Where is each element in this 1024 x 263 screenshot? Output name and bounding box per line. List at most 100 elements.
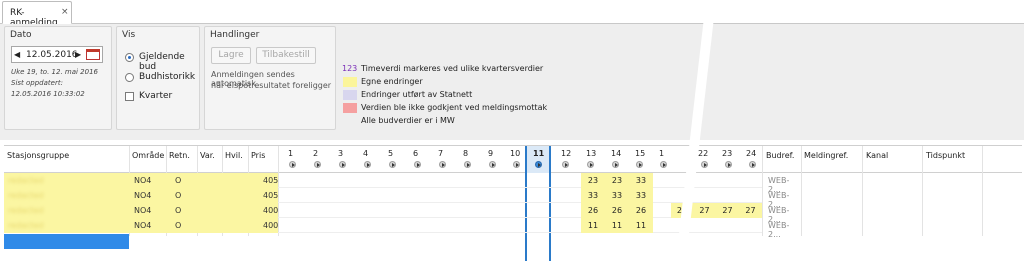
col-hour[interactable]: 3 bbox=[338, 149, 343, 158]
col-hour[interactable]: 14 bbox=[611, 149, 621, 158]
col-hour[interactable]: 23 bbox=[722, 149, 732, 158]
col-meldingref[interactable]: Meldingref. bbox=[804, 151, 848, 160]
hour-15-value[interactable]: 26 bbox=[629, 203, 653, 218]
col-hour[interactable]: 2 bbox=[313, 149, 318, 158]
expand-arrow-icon[interactable] bbox=[414, 161, 421, 168]
col-tidspunkt[interactable]: Tidspunkt bbox=[926, 151, 965, 160]
col-kanal[interactable]: Kanal bbox=[866, 151, 888, 160]
pris-value: 400 bbox=[263, 206, 279, 215]
expand-arrow-icon[interactable] bbox=[314, 161, 321, 168]
prev-day-icon[interactable]: ◀ bbox=[14, 50, 20, 59]
expand-arrow-icon[interactable] bbox=[749, 161, 756, 168]
col-divider bbox=[801, 146, 802, 236]
col-hour[interactable]: 8 bbox=[463, 149, 468, 158]
hour-22-value[interactable]: 27 bbox=[693, 203, 716, 218]
col-divider bbox=[762, 146, 763, 236]
col-hour[interactable]: 7 bbox=[438, 149, 443, 158]
retn-value: O bbox=[175, 206, 182, 215]
new-row-selected[interactable] bbox=[4, 234, 129, 249]
table-row[interactable]: redacted NO4 O 405 33 33 33 WEB-2... bbox=[4, 188, 789, 209]
radio-budhistorikk[interactable]: Budhistorikk bbox=[125, 72, 199, 84]
expand-arrow-icon[interactable] bbox=[562, 161, 569, 168]
row-name-cell: redacted bbox=[4, 218, 129, 233]
radio-gjeldende-label: Gjeldende bud bbox=[139, 52, 185, 72]
col-budref[interactable]: Budref. bbox=[766, 151, 794, 160]
expand-arrow-icon[interactable] bbox=[439, 161, 446, 168]
hour-24-value[interactable]: 27 bbox=[739, 203, 762, 218]
checkbox-icon[interactable] bbox=[125, 92, 134, 101]
col-hour[interactable]: 1 bbox=[288, 149, 293, 158]
expand-arrow-icon[interactable] bbox=[535, 161, 542, 168]
hour-14-value[interactable]: 33 bbox=[605, 188, 629, 203]
col-hour[interactable]: 10 bbox=[510, 149, 520, 158]
legend-text-ikke-godkjent: Verdien ble ikke godkjent ved meldingsmo… bbox=[361, 103, 548, 112]
col-pris[interactable]: Pris bbox=[251, 151, 265, 160]
calendar-icon[interactable] bbox=[86, 49, 100, 60]
hour-15-value[interactable]: 33 bbox=[629, 188, 653, 203]
radio-budhistorikk-label: Budhistorikk bbox=[139, 72, 196, 82]
col-hour[interactable]: 22 bbox=[698, 149, 708, 158]
hour-14-value[interactable]: 23 bbox=[605, 173, 629, 188]
expand-arrow-icon[interactable] bbox=[464, 161, 471, 168]
hour-13-value[interactable]: 33 bbox=[581, 188, 605, 203]
col-hour[interactable]: 4 bbox=[363, 149, 368, 158]
expand-arrow-icon[interactable] bbox=[587, 161, 594, 168]
col-hour[interactable]: 1 bbox=[659, 149, 664, 158]
hour-15-value[interactable]: 33 bbox=[629, 173, 653, 188]
hour-21-value[interactable]: 27 bbox=[671, 203, 693, 218]
expand-arrow-icon[interactable] bbox=[339, 161, 346, 168]
col-divider bbox=[982, 146, 983, 236]
col-hour[interactable]: 13 bbox=[586, 149, 596, 158]
table-row[interactable]: redacted NO4 O 400 11 11 11 WEB-2... bbox=[4, 218, 789, 239]
col-retn[interactable]: Retn. bbox=[169, 151, 190, 160]
col-hour[interactable]: 12 bbox=[561, 149, 571, 158]
expand-arrow-icon[interactable] bbox=[289, 161, 296, 168]
legend-marker-123: 123 bbox=[342, 64, 358, 73]
hour-13-value[interactable]: 11 bbox=[581, 218, 605, 233]
hour-14-value[interactable]: 11 bbox=[605, 218, 629, 233]
date-picker[interactable]: ◀ 12.05.2016 ▶ bbox=[11, 46, 103, 63]
handlinger-title: Handlinger bbox=[210, 30, 260, 40]
hour-13-value[interactable]: 26 bbox=[581, 203, 605, 218]
hour-13-value[interactable]: 23 bbox=[581, 173, 605, 188]
radio-selected-icon[interactable] bbox=[125, 53, 134, 62]
col-hour[interactable]: 5 bbox=[388, 149, 393, 158]
current-hour-header[interactable]: 11 bbox=[525, 146, 551, 173]
retn-value: O bbox=[175, 176, 182, 185]
expand-arrow-icon[interactable] bbox=[701, 161, 708, 168]
legend-swatch-statnett bbox=[343, 90, 357, 100]
radio-gjeldende-bud[interactable]: Gjeldende bud bbox=[125, 52, 199, 72]
expand-arrow-icon[interactable] bbox=[364, 161, 371, 168]
kvarter-checkbox[interactable]: Kvarter bbox=[125, 91, 199, 103]
dato-title: Dato bbox=[10, 30, 32, 40]
expand-arrow-icon[interactable] bbox=[725, 161, 732, 168]
expand-arrow-icon[interactable] bbox=[489, 161, 496, 168]
hour-23-value[interactable]: 27 bbox=[716, 203, 739, 218]
col-omrade[interactable]: Område bbox=[132, 151, 164, 160]
tilbakestill-button[interactable]: Tilbakestill bbox=[256, 47, 316, 64]
expand-arrow-icon[interactable] bbox=[389, 161, 396, 168]
col-hour[interactable]: 15 bbox=[635, 149, 645, 158]
col-hour[interactable]: 24 bbox=[746, 149, 756, 158]
table-row[interactable]: redacted NO4 O 405 23 23 33 WEB-2... bbox=[4, 173, 789, 194]
radio-unselected-icon[interactable] bbox=[125, 73, 134, 82]
table-row[interactable]: redacted NO4 O 400 26 26 26 27 27 27 27 … bbox=[4, 203, 789, 224]
col-hvil[interactable]: Hvil. bbox=[225, 151, 243, 160]
expand-arrow-icon[interactable] bbox=[612, 161, 619, 168]
hour-15-value[interactable]: 11 bbox=[629, 218, 653, 233]
col-hour[interactable]: 9 bbox=[488, 149, 493, 158]
expand-arrow-icon[interactable] bbox=[660, 161, 667, 168]
omrade-value: NO4 bbox=[134, 206, 152, 215]
col-hour[interactable]: 6 bbox=[413, 149, 418, 158]
close-icon[interactable]: × bbox=[61, 7, 69, 17]
next-day-icon[interactable]: ▶ bbox=[75, 50, 81, 59]
col-stasjonsgruppe[interactable]: Stasjonsgruppe bbox=[7, 151, 69, 160]
col-var[interactable]: Var. bbox=[200, 151, 215, 160]
lagre-button[interactable]: Lagre bbox=[211, 47, 251, 64]
expand-arrow-icon[interactable] bbox=[513, 161, 520, 168]
stasjonsgruppe-value: redacted bbox=[8, 221, 44, 230]
expand-arrow-icon[interactable] bbox=[636, 161, 643, 168]
tab-rk-anmelding[interactable]: RK-anmelding × bbox=[2, 1, 72, 28]
hour-14-value[interactable]: 26 bbox=[605, 203, 629, 218]
week-info: Uke 19, to. 12. mai 2016 bbox=[11, 68, 98, 76]
